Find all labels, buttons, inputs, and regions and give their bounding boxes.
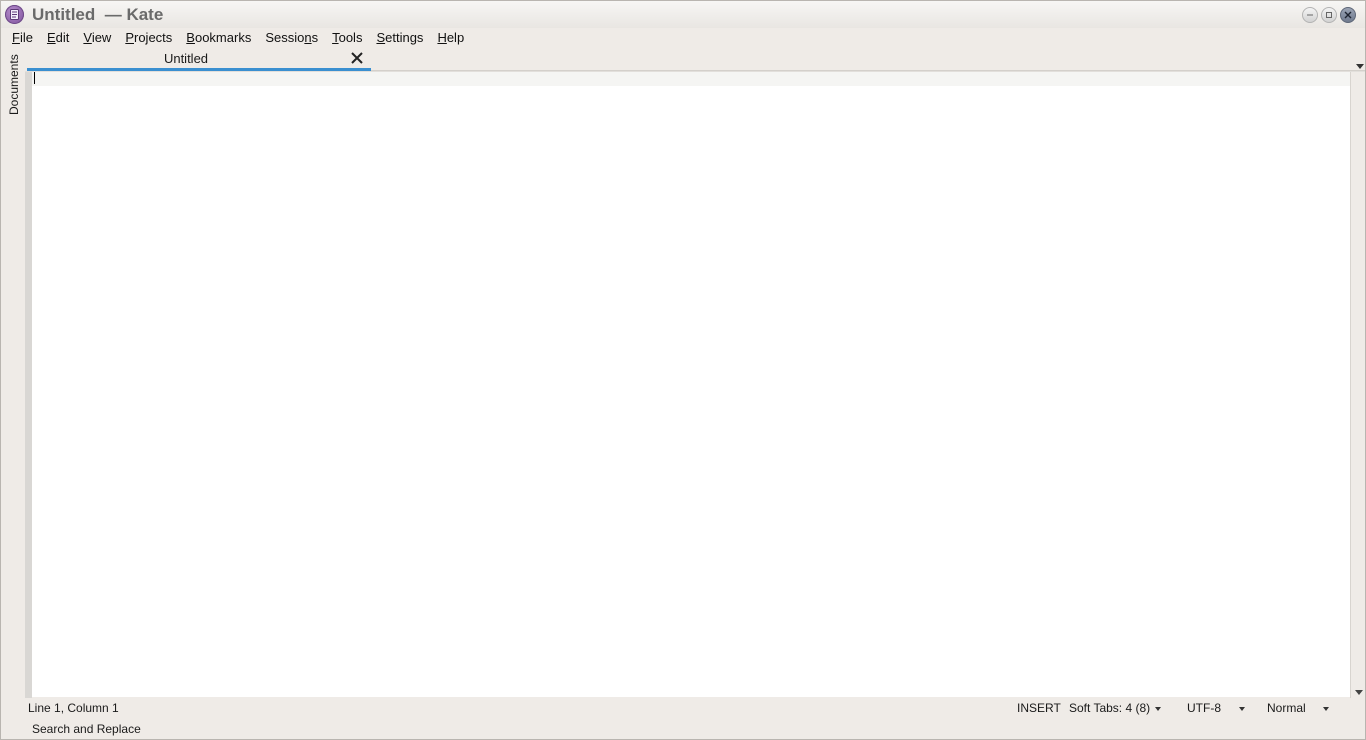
cursor-position[interactable]: Line 1, Column 1 xyxy=(28,701,119,715)
maximize-button[interactable] xyxy=(1321,7,1337,23)
text-cursor xyxy=(34,72,35,84)
encoding-selector[interactable]: UTF-8 xyxy=(1187,701,1221,715)
highlighting-mode-selector[interactable]: Normal xyxy=(1267,701,1306,715)
title-bar[interactable]: Untitled — Kate xyxy=(1,1,1365,28)
close-tab-icon[interactable] xyxy=(349,50,365,66)
sidebar-tab-label: Documents xyxy=(7,54,21,115)
menu-sessions[interactable]: Sessions xyxy=(258,30,325,45)
chevron-down-icon[interactable] xyxy=(1239,707,1245,711)
current-line-highlight xyxy=(32,72,1350,86)
menu-bookmarks[interactable]: Bookmarks xyxy=(179,30,258,45)
tab-label: Untitled xyxy=(163,51,209,66)
menu-help[interactable]: Help xyxy=(430,30,471,45)
kate-window: Untitled — Kate File Edit View Projects … xyxy=(0,0,1366,740)
menu-bar: File Edit View Projects Bookmarks Sessio… xyxy=(1,28,1365,46)
indentation-settings[interactable]: Soft Tabs: 4 (8) xyxy=(1069,701,1150,715)
chevron-down-icon[interactable] xyxy=(1356,59,1364,69)
menu-projects[interactable]: Projects xyxy=(118,30,179,45)
document-tab-bar: Untitled xyxy=(27,47,1365,71)
menu-edit[interactable]: Edit xyxy=(40,30,76,45)
vertical-scrollbar[interactable] xyxy=(1350,72,1365,698)
kate-app-icon[interactable] xyxy=(5,5,24,24)
left-sidebar: Documents xyxy=(1,47,25,697)
chevron-down-icon[interactable] xyxy=(1155,707,1161,711)
input-mode[interactable]: INSERT xyxy=(1017,701,1061,715)
chevron-down-icon[interactable] xyxy=(1323,707,1329,711)
status-bar: Line 1, Column 1 INSERT Soft Tabs: 4 (8)… xyxy=(25,698,1365,718)
minimize-button[interactable] xyxy=(1302,7,1318,23)
tab-search-and-replace[interactable]: Search and Replace xyxy=(32,722,141,736)
menu-settings[interactable]: Settings xyxy=(369,30,430,45)
editor-view[interactable] xyxy=(25,71,1365,698)
menu-tools[interactable]: Tools xyxy=(325,30,369,45)
menu-file[interactable]: File xyxy=(5,30,40,45)
bottom-tool-bar: Search and Replace xyxy=(25,719,1365,739)
sidebar-tab-documents[interactable]: Documents xyxy=(3,49,23,117)
editor-gutter[interactable] xyxy=(25,72,32,698)
scroll-down-arrow-icon[interactable] xyxy=(1355,685,1363,699)
close-button[interactable] xyxy=(1340,7,1356,23)
tab-untitled[interactable]: Untitled xyxy=(27,47,371,71)
window-title: Untitled — Kate xyxy=(32,5,164,24)
menu-view[interactable]: View xyxy=(76,30,118,45)
